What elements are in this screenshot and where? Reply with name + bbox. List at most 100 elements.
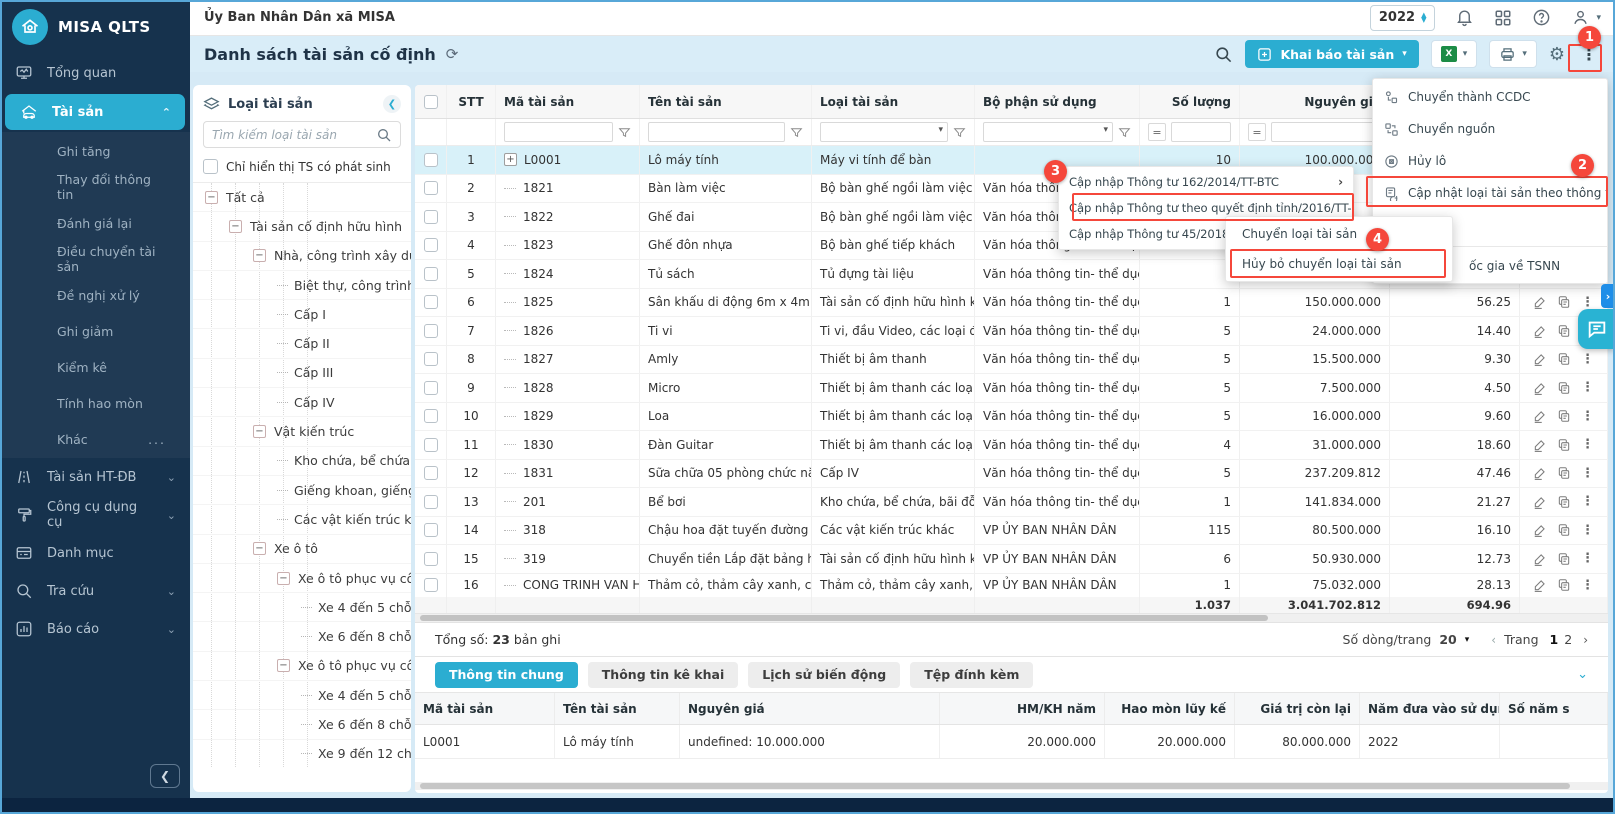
row-checkbox[interactable] bbox=[424, 153, 438, 167]
filter-equals-icon[interactable]: = bbox=[1248, 123, 1266, 141]
edit-pencil-icon[interactable] bbox=[1533, 578, 1547, 592]
table-row[interactable]: 14318Chậu hoa đặt tuyến đường Giồ...Các … bbox=[415, 517, 1608, 546]
tree-node[interactable]: Xe 4 đến 5 chỗ bbox=[193, 593, 411, 622]
copy-icon[interactable] bbox=[1557, 495, 1571, 509]
table-row[interactable]: 15319Chuyển tiền Lắp đặt bảng hiệu ...Tà… bbox=[415, 545, 1608, 574]
tab-0[interactable]: Thông tin chung bbox=[435, 662, 578, 688]
edit-pencil-icon[interactable] bbox=[1533, 381, 1547, 395]
tree-node[interactable]: Cấp IV bbox=[193, 388, 411, 417]
tree-node[interactable]: Xe 9 đến 12 chỗ bbox=[193, 740, 411, 767]
table-row[interactable]: 121831Sữa chữa 05 phòng chức năng ...Cấp… bbox=[415, 460, 1608, 489]
tree-collapse-box-icon[interactable]: − bbox=[253, 425, 266, 438]
sidebar-item-1[interactable]: Tài sản⌃ bbox=[5, 94, 185, 130]
column-header-2[interactable]: Mã tài sản bbox=[496, 85, 640, 118]
tree-node[interactable]: Xe 4 đến 5 chỗ bbox=[193, 681, 411, 710]
filter-funnel-icon[interactable] bbox=[1118, 126, 1131, 139]
row-checkbox[interactable] bbox=[424, 552, 438, 566]
copy-icon[interactable] bbox=[1557, 409, 1571, 423]
table-row[interactable]: 16CONG TRINH VAN HOThảm cỏ, thảm cây xan… bbox=[415, 574, 1608, 598]
rows-per-page-value[interactable]: 20 bbox=[1439, 632, 1456, 647]
sidebar-subitem-5[interactable]: Ghi giảm bbox=[0, 313, 190, 349]
tree-node[interactable]: Biệt thự, công trình x... bbox=[193, 271, 411, 300]
column-header-5[interactable]: Bộ phận sử dụng bbox=[975, 85, 1140, 118]
copy-icon[interactable] bbox=[1557, 438, 1571, 452]
select-all-checkbox[interactable] bbox=[424, 95, 438, 109]
sidebar-item-4[interactable]: Danh mục bbox=[0, 534, 190, 572]
row-checkbox[interactable] bbox=[424, 495, 438, 509]
tree-node[interactable]: −Nhà, công trình xây dựng bbox=[193, 242, 411, 271]
user-menu[interactable]: ▾ bbox=[1571, 8, 1601, 27]
detail-data-row[interactable]: L0001Lô máy tínhundefined: 10.000.00020.… bbox=[415, 725, 1608, 759]
menu-item-1[interactable]: Chuyển nguồn bbox=[1373, 113, 1607, 145]
refresh-icon[interactable]: ⟳ bbox=[446, 45, 459, 63]
tree-collapse-box-icon[interactable]: − bbox=[253, 249, 266, 262]
column-header-1[interactable]: STT bbox=[447, 85, 496, 118]
sidebar-subitem-1[interactable]: Thay đổi thông tin bbox=[0, 169, 190, 205]
copy-icon[interactable] bbox=[1557, 352, 1571, 366]
print-button[interactable]: ▾ bbox=[1489, 40, 1537, 68]
sidebar-item-6[interactable]: Báo cáo⌄ bbox=[0, 610, 190, 648]
help-icon[interactable] bbox=[1532, 8, 1551, 27]
column-header-7[interactable]: Nguyên giá bbox=[1240, 85, 1390, 118]
action-item-0[interactable]: Chuyển loại tài sản bbox=[1226, 219, 1452, 249]
table-row[interactable]: 111830Đàn GuitarThiết bị âm thanh các lo… bbox=[415, 431, 1608, 460]
copy-icon[interactable] bbox=[1557, 578, 1571, 592]
sidebar-item-2[interactable]: Tài sản HT-ĐB⌄ bbox=[0, 458, 190, 496]
table-row[interactable]: 13201Bể bơiKho chứa, bể chứa, bãi đỗ, sâ… bbox=[415, 488, 1608, 517]
sidebar-subitem-4[interactable]: Đề nghị xử lý bbox=[0, 277, 190, 313]
row-kebab-icon[interactable]: ⋮ bbox=[1581, 523, 1594, 538]
copy-icon[interactable] bbox=[1557, 295, 1571, 309]
filter-funnel-icon[interactable] bbox=[953, 126, 966, 139]
sidebar-subitem-6[interactable]: Kiểm kê bbox=[0, 349, 190, 385]
menu-item-3[interactable]: Cập nhật loại tài sản theo thông tư› bbox=[1373, 177, 1607, 209]
prev-page-icon[interactable]: ‹ bbox=[1491, 633, 1496, 647]
copy-icon[interactable] bbox=[1557, 552, 1571, 566]
edit-pencil-icon[interactable] bbox=[1533, 495, 1547, 509]
tree-search-icon[interactable] bbox=[376, 127, 392, 143]
edit-pencil-icon[interactable] bbox=[1533, 523, 1547, 537]
tree-node[interactable]: Xe 6 đến 8 chỗ bbox=[193, 710, 411, 739]
show-only-active-checkbox[interactable] bbox=[203, 159, 218, 174]
tree-node[interactable]: −Vật kiến trúc bbox=[193, 417, 411, 446]
edit-pencil-icon[interactable] bbox=[1533, 466, 1547, 480]
table-row[interactable]: 81827AmlyThiết bị âm thanhVăn hóa thông … bbox=[415, 346, 1608, 375]
tree-collapse-box-icon[interactable]: − bbox=[253, 542, 266, 555]
row-kebab-icon[interactable]: ⋮ bbox=[1581, 380, 1594, 395]
row-kebab-icon[interactable]: ⋮ bbox=[1581, 551, 1594, 566]
tree-node[interactable]: Các vật kiến trúc khá... bbox=[193, 505, 411, 534]
export-excel-button[interactable]: X ▾ bbox=[1431, 40, 1478, 68]
tree-collapse-box-icon[interactable]: − bbox=[229, 220, 242, 233]
row-checkbox[interactable] bbox=[424, 381, 438, 395]
apps-grid-icon[interactable] bbox=[1494, 9, 1512, 27]
tree-collapse-box-icon[interactable]: − bbox=[205, 191, 218, 204]
detail-horizontal-scrollbar[interactable] bbox=[415, 782, 1608, 790]
sidebar-item-0[interactable]: Tổng quan bbox=[0, 54, 190, 92]
sidebar-subitem-8[interactable]: Khác... bbox=[0, 421, 190, 457]
tree-search-input[interactable] bbox=[212, 128, 376, 142]
row-kebab-icon[interactable]: ⋮ bbox=[1581, 578, 1594, 593]
table-horizontal-scrollbar[interactable] bbox=[415, 614, 1608, 622]
row-kebab-icon[interactable]: ⋮ bbox=[1581, 494, 1594, 509]
row-checkbox[interactable] bbox=[424, 267, 438, 281]
support-chat-bubble-icon[interactable] bbox=[1578, 309, 1615, 349]
circular-item-0[interactable]: Cập nhập Thông tư 162/2014/TT-BTC› bbox=[1059, 169, 1353, 195]
search-icon[interactable] bbox=[1214, 45, 1233, 64]
row-expand-icon[interactable]: + bbox=[504, 153, 517, 166]
copy-icon[interactable] bbox=[1557, 324, 1571, 338]
tree-collapse-icon[interactable]: ❮ bbox=[383, 95, 401, 113]
filter-equals-icon[interactable]: = bbox=[1148, 123, 1166, 141]
tree-node[interactable]: Cấp I bbox=[193, 300, 411, 329]
sidebar-subitem-7[interactable]: Tính hao mòn bbox=[0, 385, 190, 421]
row-checkbox[interactable] bbox=[424, 181, 438, 195]
filter-input[interactable] bbox=[504, 122, 613, 142]
copy-icon[interactable] bbox=[1557, 523, 1571, 537]
row-checkbox[interactable] bbox=[424, 409, 438, 423]
sidebar-subitem-3[interactable]: Điều chuyển tài sản bbox=[0, 241, 190, 277]
sidebar-subitem-2[interactable]: Đánh giá lại bbox=[0, 205, 190, 241]
settings-gear-icon[interactable]: ⚙ bbox=[1549, 44, 1565, 65]
sidebar-item-5[interactable]: Tra cứu⌄ bbox=[0, 572, 190, 610]
edit-pencil-icon[interactable] bbox=[1533, 295, 1547, 309]
column-header-4[interactable]: Loại tài sản bbox=[812, 85, 975, 118]
tree-node[interactable]: −Xe ô tô phục vụ công... bbox=[193, 652, 411, 681]
filter-input[interactable] bbox=[1171, 122, 1231, 142]
